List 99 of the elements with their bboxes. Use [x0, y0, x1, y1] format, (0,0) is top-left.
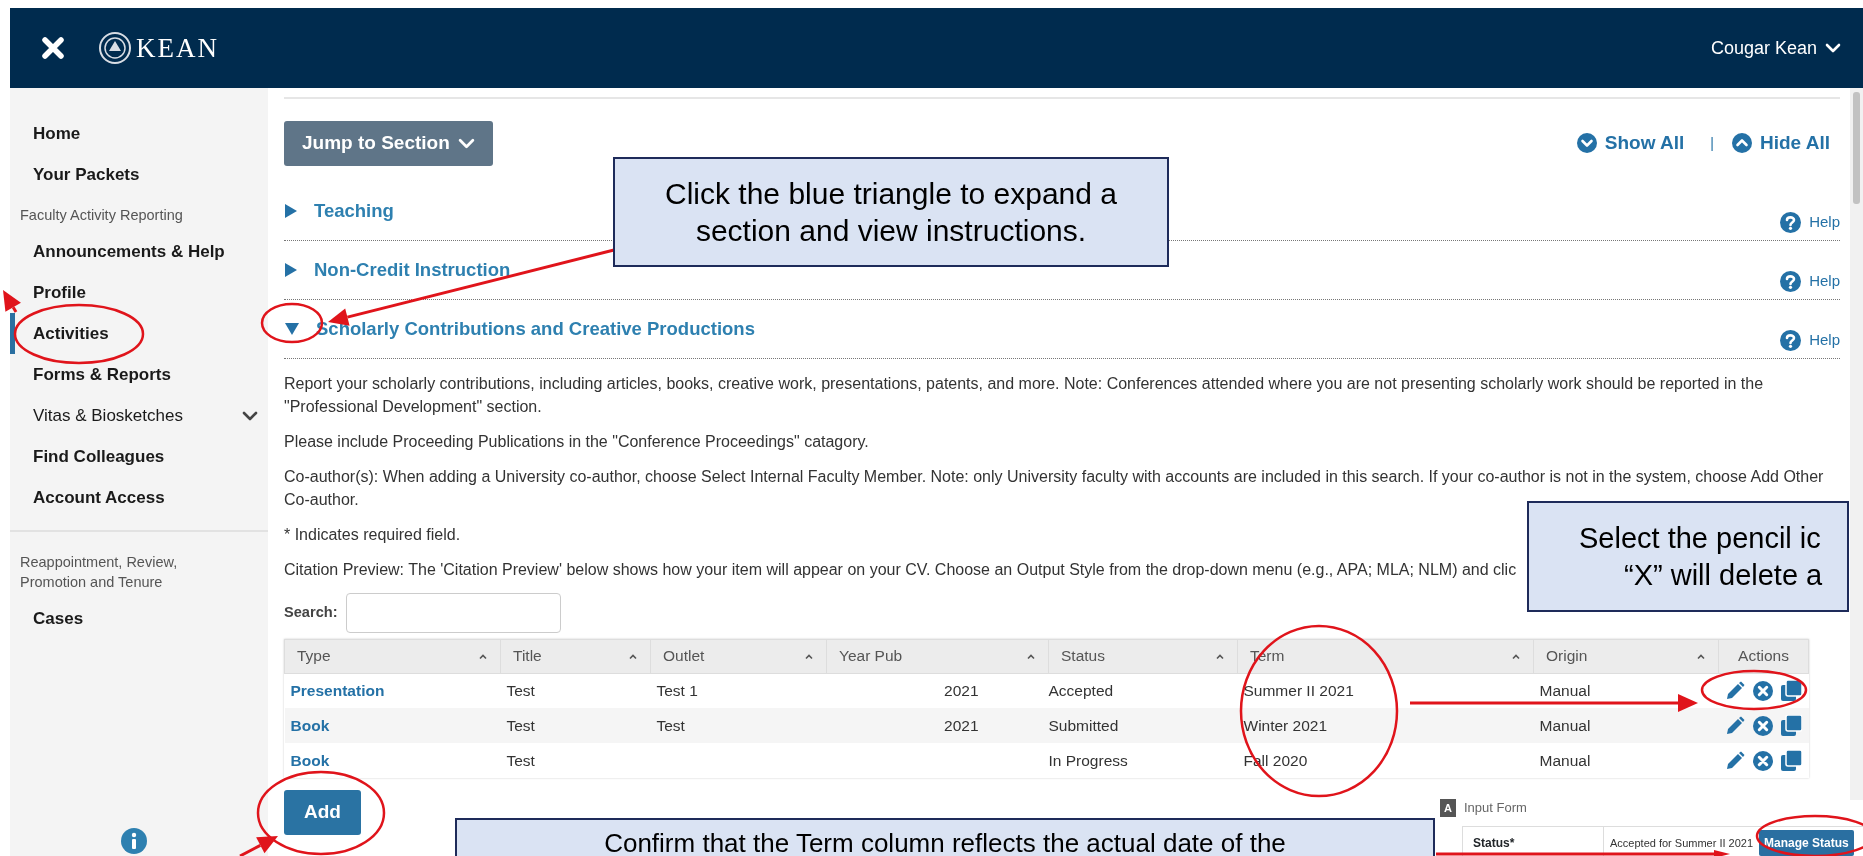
section-title-link[interactable]: Non-Credit Instruction — [314, 255, 511, 284]
sidebar-item[interactable]: Cases — [10, 598, 268, 639]
search-label: Search: — [284, 602, 338, 622]
paragraph: Co-author(s): When adding a University co-author, choose Select Internal Faculty Member. Note: only University faculty with accounts are included in this search. If your co-author is not in the system, choose Add Other Co-author. — [284, 466, 1825, 510]
x-circle-icon[interactable] — [1753, 680, 1773, 701]
sort-caret-icon — [1026, 652, 1036, 660]
column-header[interactable]: Status — [1048, 639, 1238, 673]
form-title: Input Form — [1463, 799, 1527, 817]
table-cell: Accepted — [1048, 673, 1238, 708]
chevron-up-circle-icon — [1731, 133, 1752, 154]
help-link[interactable]: Help — [1780, 329, 1840, 352]
search-field[interactable] — [345, 592, 561, 633]
type-link[interactable]: Presentation — [290, 682, 385, 700]
table-cell: Test — [500, 743, 651, 778]
sidebar-item[interactable]: Profile — [10, 272, 268, 313]
x-circle-icon[interactable] — [1753, 715, 1773, 736]
annotation-arrow — [3, 290, 21, 313]
help-link[interactable]: Help — [1780, 211, 1840, 234]
copy-icon[interactable] — [1781, 750, 1802, 771]
type-link[interactable]: Book — [290, 716, 330, 734]
copy-icon[interactable] — [1781, 715, 1802, 736]
sidebar-item[interactable]: Forms & Reports — [10, 354, 268, 395]
add-button[interactable]: Add — [284, 790, 361, 835]
help-icon — [1780, 211, 1802, 233]
column-header[interactable]: Type — [284, 639, 501, 673]
jump-to-section-button[interactable]: Jump to Section — [284, 121, 493, 166]
paragraph: Please include Proceeding Publications in the "Conference Proceedings" catagory. — [284, 431, 869, 452]
sidebar-item[interactable]: Activities — [10, 313, 268, 354]
sidebar-item[interactable]: Your Packets — [10, 154, 268, 195]
column-header[interactable]: Year Pub — [826, 639, 1049, 673]
type-link[interactable]: Book — [290, 751, 330, 769]
info-icon[interactable] — [121, 828, 147, 854]
user-menu[interactable]: Cougar Kean — [1710, 34, 1841, 62]
chevron-down-icon — [1825, 43, 1841, 53]
sidebar-heading: Reappointment, Review, Promotion and Tenure — [10, 530, 268, 598]
sort-caret-icon — [478, 652, 488, 660]
table-cell: Summer II 2021 — [1237, 673, 1534, 708]
sort-caret-icon — [1511, 652, 1521, 660]
pencil-icon[interactable] — [1725, 715, 1745, 736]
sidebar-heading: Faculty Activity Reporting — [19, 206, 184, 225]
seal-icon — [98, 31, 132, 65]
triangle-right-icon[interactable] — [284, 202, 298, 219]
callout-text: Select the pencil ic — [1578, 521, 1821, 557]
column-header[interactable]: Origin — [1533, 639, 1719, 673]
annotation-arrow — [239, 836, 278, 856]
sort-caret-icon — [628, 652, 638, 660]
letter-badge: A — [1440, 798, 1456, 817]
table-cell: In Progress — [1048, 743, 1238, 778]
paragraph: Citation Preview: The 'Citation Preview' below shows how your item will appear on your CV. Choose an Output Style from the drop-down menu (e.g., APA; MLA; NLM) and clic — [284, 559, 1517, 580]
sidebar-item[interactable]: Announcements & Help — [10, 231, 268, 272]
hide-all-link[interactable]: Hide All — [1731, 129, 1830, 158]
field-label: Status* — [1472, 835, 1516, 852]
triangle-down-icon[interactable] — [284, 321, 300, 336]
table-cell: Manual — [1533, 743, 1719, 778]
callout-text: section and view instructions. — [695, 213, 1087, 249]
chevron-down-icon — [242, 410, 258, 421]
manage-status-button[interactable]: Manage Status — [1759, 830, 1854, 856]
scrollbar[interactable] — [1850, 88, 1863, 800]
chevron-down-icon — [457, 137, 475, 149]
triangle-right-icon[interactable] — [284, 261, 298, 278]
paragraph: * Indicates required field. — [284, 524, 461, 545]
table-cell: Manual — [1533, 708, 1719, 743]
sidebar-item[interactable]: Vitas & Biosketches — [10, 395, 268, 436]
sort-caret-icon — [1696, 652, 1706, 660]
sidebar-item[interactable]: Home — [10, 113, 268, 154]
table-cell: Test — [500, 673, 651, 708]
callout-text: Confirm that the Term column reflects the actual date of the — [604, 826, 1286, 856]
pencil-icon[interactable] — [1725, 750, 1745, 771]
table-cell: Manual — [1533, 673, 1719, 708]
help-icon — [1780, 329, 1802, 351]
chevron-down-circle-icon — [1576, 133, 1597, 154]
table-cell: Test — [500, 708, 651, 743]
section-title-link[interactable]: Teaching — [314, 196, 394, 225]
column-header: Actions — [1718, 639, 1809, 673]
sidebar-item[interactable]: Account Access — [10, 477, 268, 518]
help-link[interactable]: Help — [1780, 270, 1840, 293]
column-header[interactable]: Title — [500, 639, 651, 673]
table-cell: Test 1 — [650, 673, 827, 708]
copy-icon[interactable] — [1781, 680, 1802, 702]
callout-text: “X” will delete a — [1623, 557, 1823, 593]
sidebar-item[interactable]: Find Colleagues — [10, 436, 268, 477]
separator: | — [1710, 133, 1714, 153]
table-cell: Submitted — [1048, 708, 1238, 743]
help-icon — [1780, 270, 1802, 292]
callout-text: Click the blue triangle to expand a — [665, 175, 1117, 212]
close-icon[interactable] — [42, 37, 64, 59]
table-cell: Test — [650, 708, 827, 743]
logo-text: KEAN — [136, 31, 219, 65]
table-cell: 2021 — [826, 673, 1049, 708]
column-header[interactable]: Outlet — [650, 639, 827, 673]
scrollbar-thumb[interactable] — [1853, 92, 1860, 204]
table-cell: 2021 — [826, 708, 1049, 743]
x-circle-icon[interactable] — [1753, 750, 1773, 771]
table-cell: Winter 2021 — [1237, 708, 1534, 743]
pencil-icon[interactable] — [1725, 680, 1745, 701]
show-all-link[interactable]: Show All — [1576, 129, 1685, 158]
sort-caret-icon — [804, 652, 814, 660]
paragraph: Report your scholarly contributions, including articles, books, creative work, presentations, patents, and more. Note: Conferences attended where you are not presenting scholarly work should be reported in the "Professional Development" section. — [284, 373, 1765, 417]
sort-caret-icon — [1215, 652, 1225, 660]
